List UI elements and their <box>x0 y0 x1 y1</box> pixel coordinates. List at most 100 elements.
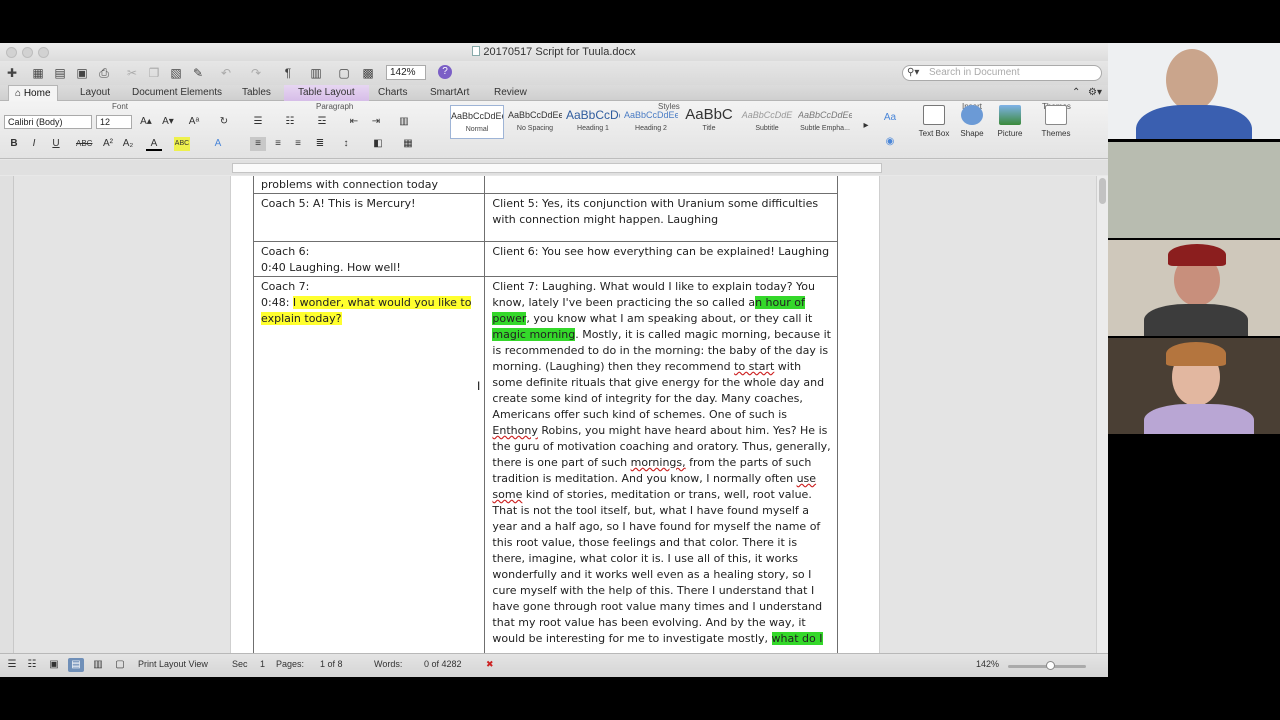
shrink-font-icon[interactable]: A▾ <box>160 115 176 129</box>
close-window-button[interactable] <box>6 47 17 58</box>
tab-document-elements[interactable]: Document Elements <box>126 85 228 101</box>
coach-cell[interactable]: Coach 7: 0:48: I wonder, what would you l… <box>252 276 486 653</box>
client-cell[interactable]: Client 5: Yes, its conjunction with Uran… <box>484 193 838 242</box>
zoom-window-button[interactable] <box>38 47 49 58</box>
misspelled-text: mornings, <box>630 456 686 469</box>
copy-icon[interactable]: ❐ <box>146 65 162 81</box>
tab-review[interactable]: Review <box>488 85 533 101</box>
templates-icon[interactable]: ▦ <box>30 65 46 81</box>
shape-button[interactable]: Shape <box>954 105 990 138</box>
tab-home[interactable]: ⌂ Home <box>8 85 58 101</box>
scrollbar-thumb[interactable] <box>1099 178 1106 204</box>
numbering-icon[interactable]: ☷ <box>282 115 298 129</box>
toolbox-icon[interactable]: ▩ <box>360 65 376 81</box>
change-case-icon[interactable]: ↻ <box>216 115 232 129</box>
focus-view-button[interactable]: ▢ <box>112 658 128 672</box>
print-icon[interactable]: ⎙ <box>96 65 112 81</box>
bold-button[interactable]: B <box>6 137 22 151</box>
clear-formatting-icon[interactable]: Aᵃ <box>186 115 202 129</box>
paste-icon[interactable]: ▧ <box>168 65 184 81</box>
view-label: Print Layout View <box>138 659 208 669</box>
gallery-icon[interactable]: ▢ <box>336 65 352 81</box>
tab-smartart[interactable]: SmartArt <box>424 85 475 101</box>
strikethrough-button[interactable]: ABC <box>76 137 92 151</box>
sidebar-icon[interactable]: ▥ <box>308 65 324 81</box>
spelling-check-icon[interactable]: ✖ <box>486 659 494 670</box>
client-cell[interactable]: Client 6: You see how everything can be … <box>484 241 838 277</box>
text-run: problems with connection today <box>261 178 438 191</box>
zoom-select[interactable]: 142% <box>386 65 426 80</box>
style-subtle-emphasis[interactable]: AaBbCcDdEe Subtle Empha... <box>798 105 852 139</box>
horizontal-ruler[interactable] <box>0 160 1108 175</box>
help-icon[interactable]: ? <box>438 65 452 79</box>
style-heading-1[interactable]: AaBbCcDc Heading 1 <box>566 105 620 139</box>
superscript-button[interactable]: A² <box>100 137 116 151</box>
justify-button[interactable]: ≣ <box>312 137 328 151</box>
grow-font-icon[interactable]: A▴ <box>138 115 154 129</box>
multilevel-list-icon[interactable]: ☲ <box>314 115 330 129</box>
zoom-slider-knob[interactable] <box>1046 661 1055 670</box>
tab-charts[interactable]: Charts <box>372 85 413 101</box>
print-layout-view-button[interactable]: ▤ <box>68 658 84 672</box>
client-cell[interactable]: Client 7: Laughing. What would I like to… <box>484 276 838 653</box>
pilcrow-icon[interactable]: ¶ <box>280 65 296 81</box>
text-effects-icon[interactable]: A <box>210 137 226 151</box>
save-icon[interactable]: ▣ <box>74 65 90 81</box>
format-painter-icon[interactable]: ✎ <box>190 65 206 81</box>
coach-cell[interactable]: problems with connection today <box>252 176 486 194</box>
style-normal[interactable]: AaBbCcDdEe Normal <box>450 105 504 139</box>
themes-button[interactable]: Themes <box>1038 105 1074 138</box>
document-page[interactable]: problems with connection today Coach 5: A… <box>230 176 880 653</box>
font-size-select[interactable]: 12 <box>96 115 132 129</box>
style-subtitle[interactable]: AaBbCcDdE Subtitle <box>740 105 794 139</box>
highlighted-text: what do I <box>771 632 823 645</box>
tab-layout[interactable]: Layout <box>74 85 116 101</box>
italic-button[interactable]: I <box>26 137 42 151</box>
subscript-button[interactable]: A₂ <box>120 137 136 151</box>
decrease-indent-icon[interactable]: ⇤ <box>346 115 362 129</box>
font-name-select[interactable]: Calibri (Body) <box>4 115 92 129</box>
picture-button[interactable]: Picture <box>992 105 1028 138</box>
underline-button[interactable]: U <box>48 137 64 151</box>
outline-view-button[interactable]: ☷ <box>24 658 40 672</box>
font-color-icon[interactable]: A <box>146 137 162 151</box>
style-heading-2[interactable]: AaBbCcDdEe Heading 2 <box>624 105 678 139</box>
coach-cell[interactable]: Coach 6: 0:40 Laughing. How well! <box>252 241 486 277</box>
search-input[interactable]: ⚲▾ Search in Document <box>902 65 1102 81</box>
line-spacing-icon[interactable]: ↕ <box>338 137 354 151</box>
styles-next-icon[interactable]: ▸ <box>858 119 874 133</box>
columns-icon[interactable]: ▥ <box>396 115 412 129</box>
notebook-view-button[interactable]: ▥ <box>90 658 106 672</box>
publishing-view-button[interactable]: ▣ <box>46 658 62 672</box>
style-title[interactable]: AaBbC Title <box>682 105 736 139</box>
style-no-spacing[interactable]: AaBbCcDdEe No Spacing <box>508 105 562 139</box>
highlight-icon[interactable]: ABC <box>174 137 190 151</box>
coach-cell[interactable]: Coach 5: A! This is Mercury! <box>252 193 486 242</box>
bullets-icon[interactable]: ☰ <box>250 115 266 129</box>
draft-view-button[interactable]: ☰ <box>4 658 20 672</box>
vertical-scrollbar[interactable] <box>1096 176 1108 653</box>
text-box-button[interactable]: Text Box <box>916 105 952 138</box>
align-right-button[interactable]: ≡ <box>290 137 306 151</box>
shading-icon[interactable]: ◧ <box>370 137 386 151</box>
client-cell[interactable] <box>484 176 838 194</box>
cut-icon[interactable]: ✂ <box>124 65 140 81</box>
text-line: the guru of motivation coaching and orat… <box>492 439 831 455</box>
tab-table-layout[interactable]: Table Layout <box>284 85 369 101</box>
align-center-button[interactable]: ≡ <box>270 137 286 151</box>
increase-indent-icon[interactable]: ⇥ <box>368 115 384 129</box>
borders-icon[interactable]: ▦ <box>400 137 416 151</box>
minimize-window-button[interactable] <box>22 47 33 58</box>
new-document-icon[interactable]: ✚ <box>4 65 20 81</box>
vertical-ruler[interactable] <box>0 176 14 653</box>
ribbon-settings-icon[interactable]: ⚙▾ <box>1082 85 1108 101</box>
video-participant-2 <box>1108 142 1280 238</box>
styles-pane-icon[interactable]: ◉ <box>882 135 898 149</box>
open-icon[interactable]: ▤ <box>52 65 68 81</box>
text-styles-icon[interactable]: Aa <box>882 111 898 125</box>
redo-icon[interactable]: ↷ <box>248 65 264 81</box>
undo-icon[interactable]: ↶ <box>218 65 234 81</box>
align-left-button[interactable]: ≡ <box>250 137 266 151</box>
section-label: Sec <box>232 659 248 669</box>
tab-tables[interactable]: Tables <box>236 85 277 101</box>
